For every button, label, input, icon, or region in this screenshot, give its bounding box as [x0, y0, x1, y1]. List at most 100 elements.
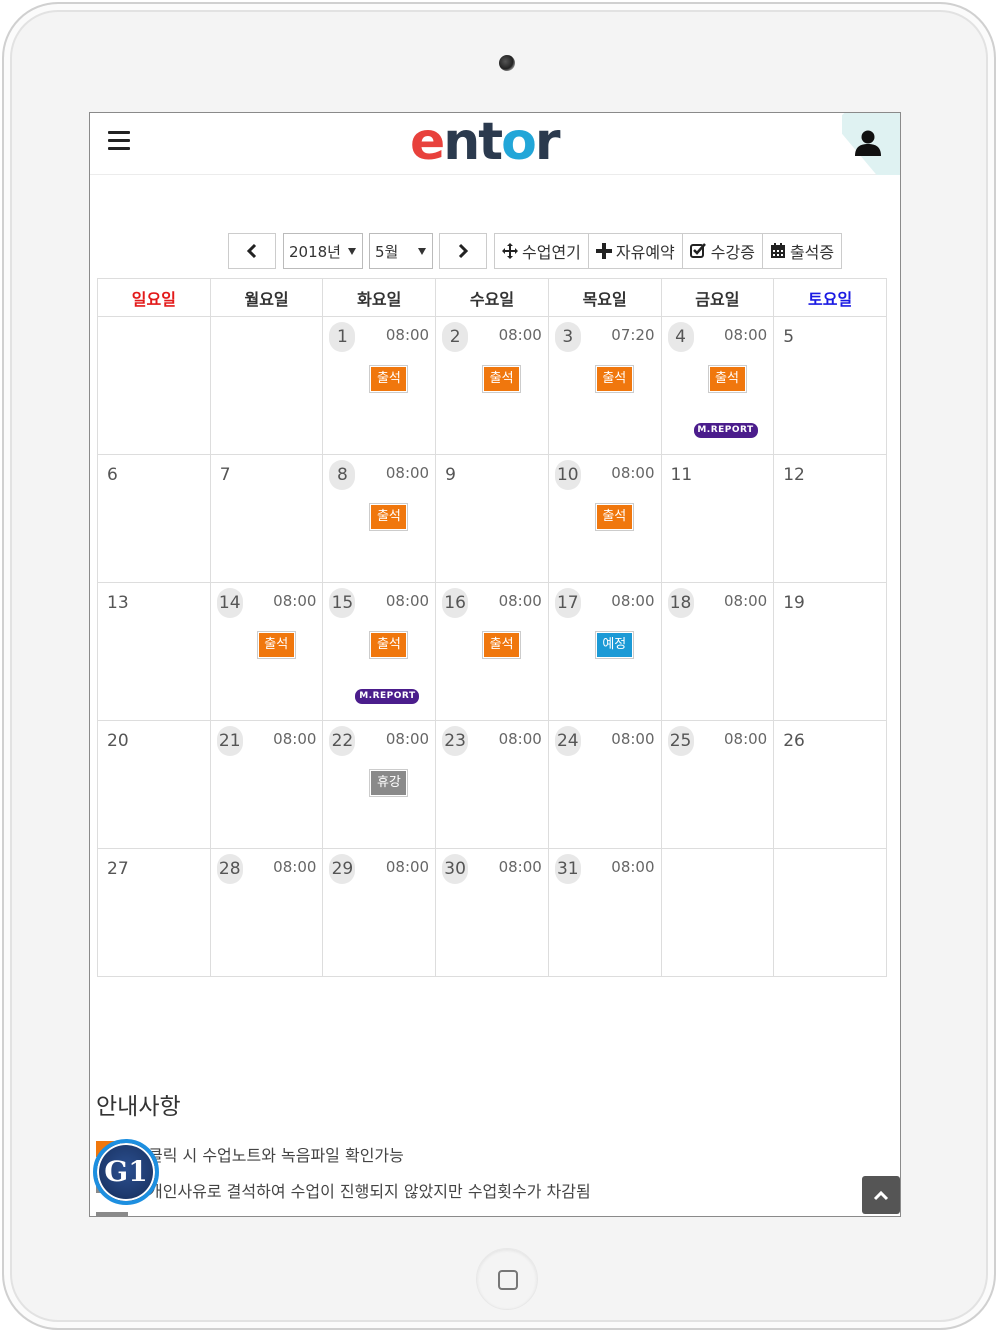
calendar-day-cell[interactable]: 11: [660, 454, 775, 583]
class-time: 08:00: [611, 592, 655, 610]
attendance-certificate-button[interactable]: 출석증: [763, 234, 841, 268]
month-select[interactable]: 5월: [369, 233, 433, 269]
calendar-day-cell[interactable]: 13: [97, 582, 211, 721]
class-day-number[interactable]: 3: [554, 322, 581, 352]
class-day-number[interactable]: 31: [554, 854, 581, 884]
g1-widget[interactable]: G1: [93, 1139, 159, 1205]
calendar-day-cell: [773, 848, 887, 977]
status-badge[interactable]: 출석: [369, 503, 409, 531]
calendar-day-cell[interactable]: 25 08:00: [660, 720, 775, 849]
calendar-day-cell[interactable]: 6: [97, 454, 211, 583]
status-badge[interactable]: 휴강: [369, 769, 409, 797]
calendar-day-cell[interactable]: 21 08:00: [209, 720, 324, 849]
status-badge[interactable]: 출석: [369, 631, 409, 659]
calendar-day-cell[interactable]: 20: [97, 720, 211, 849]
calendar-day-cell[interactable]: 15 08:00 출석 M.REPORT: [322, 582, 437, 721]
class-time: 08:00: [498, 858, 542, 876]
calendar-day-cell[interactable]: 30 08:00: [435, 848, 549, 977]
status-badge[interactable]: 출석: [594, 365, 634, 393]
class-time: 08:00: [273, 730, 317, 748]
class-day-number[interactable]: 2: [442, 322, 469, 352]
scroll-top-button[interactable]: [862, 1176, 900, 1214]
class-day-number[interactable]: 29: [329, 854, 356, 884]
calendar-day-cell[interactable]: 7: [209, 454, 324, 583]
calendar-day-cell[interactable]: 17 08:00 예정: [547, 582, 662, 721]
status-badge[interactable]: 출석: [707, 365, 747, 393]
home-button[interactable]: [476, 1248, 538, 1310]
status-badge[interactable]: 예정: [594, 631, 634, 659]
day-number: 19: [783, 593, 805, 613]
class-day-number[interactable]: 30: [442, 854, 469, 884]
screen: entor 2018년 5월 수업연기 자유예약 수강증 출석증 일요일 월요일…: [89, 112, 901, 1217]
class-day-number[interactable]: 21: [216, 726, 243, 756]
class-day-number[interactable]: 16: [442, 588, 469, 618]
calendar-day-cell[interactable]: 16 08:00 출석: [435, 582, 549, 721]
free-reserve-label: 자유예약: [615, 243, 675, 262]
calendar-day-cell[interactable]: 18 08:00: [660, 582, 775, 721]
status-badge[interactable]: 출석: [482, 365, 522, 393]
calendar-day-cell[interactable]: 8 08:00 출석: [322, 454, 437, 583]
class-day-number[interactable]: 22: [329, 726, 356, 756]
class-day-number[interactable]: 25: [667, 726, 694, 756]
class-time: 08:00: [498, 326, 542, 344]
class-day-number[interactable]: 1: [329, 322, 356, 352]
calendar-day-cell[interactable]: 19: [773, 582, 887, 721]
status-badge[interactable]: 출석: [369, 365, 409, 393]
calendar-day-cell[interactable]: 23 08:00: [435, 720, 549, 849]
calendar-day-cell[interactable]: 27: [97, 848, 211, 977]
calendar-day-cell[interactable]: 2 08:00 출석: [435, 316, 549, 455]
chevron-left-icon: [246, 243, 257, 259]
calendar-icon: [770, 243, 786, 259]
class-day-number[interactable]: 18: [667, 588, 694, 618]
calendar-day-cell[interactable]: 3 07:20 출석: [547, 316, 662, 455]
calendar-day-cell[interactable]: 31 08:00: [547, 848, 662, 977]
monthly-report-badge[interactable]: M.REPORT: [693, 423, 758, 438]
menu-icon[interactable]: [108, 131, 130, 151]
calendar-day-cell[interactable]: 9: [435, 454, 549, 583]
class-day-number[interactable]: 10: [554, 460, 581, 490]
class-day-number[interactable]: 28: [216, 854, 243, 884]
status-badge[interactable]: 출석: [594, 503, 634, 531]
class-day-number[interactable]: 17: [554, 588, 581, 618]
chevron-right-icon: [458, 243, 469, 259]
postpone-button[interactable]: 수업연기: [495, 234, 589, 268]
free-reserve-button[interactable]: 자유예약: [589, 234, 683, 268]
app-header: entor: [90, 113, 900, 175]
notice-line-2: 개인사유로 결석하여 수업이 진행되지 않았지만 수업횟수가 차감됨: [148, 1182, 591, 1201]
class-day-number[interactable]: 14: [216, 588, 243, 618]
calendar-day-cell[interactable]: 29 08:00: [322, 848, 437, 977]
class-day-number[interactable]: 8: [329, 460, 356, 490]
class-day-number[interactable]: 24: [554, 726, 581, 756]
move-icon: [502, 243, 518, 259]
entor-logo[interactable]: entor: [410, 113, 561, 173]
enrollment-certificate-button[interactable]: 수강증: [683, 234, 763, 268]
user-icon[interactable]: [854, 129, 882, 157]
class-time: 08:00: [723, 326, 768, 344]
class-day-number[interactable]: 23: [442, 726, 469, 756]
weekday-header: 수요일: [435, 278, 549, 317]
plus-icon: [595, 243, 612, 259]
calendar-day-cell[interactable]: 22 08:00 휴강: [322, 720, 437, 849]
calendar-day-cell[interactable]: 12: [773, 454, 887, 583]
class-day-number[interactable]: 4: [667, 322, 694, 352]
calendar-day-cell[interactable]: 28 08:00: [209, 848, 324, 977]
day-number: 11: [670, 465, 693, 485]
prev-month-button[interactable]: [228, 233, 276, 269]
calendar-day-cell[interactable]: 4 08:00 출석 M.REPORT: [660, 316, 775, 455]
calendar-day-cell[interactable]: 5: [773, 316, 887, 455]
calendar-day-cell[interactable]: 10 08:00 출석: [547, 454, 662, 583]
next-month-button[interactable]: [439, 233, 487, 269]
calendar-day-cell[interactable]: 1 08:00 출석: [322, 316, 437, 455]
status-badge[interactable]: 출석: [256, 631, 296, 659]
calendar-week-row: 20 21 08:00 22 08:00 휴강 23 08:00 24 08:00 25 08:00 2…: [97, 720, 887, 849]
class-day-number[interactable]: 15: [329, 588, 356, 618]
monthly-report-badge[interactable]: M.REPORT: [355, 689, 420, 704]
status-badge[interactable]: 출석: [482, 631, 522, 659]
calendar-day-cell[interactable]: 26: [773, 720, 887, 849]
class-time: 08:00: [385, 858, 430, 876]
calendar-day-cell[interactable]: 24 08:00: [547, 720, 662, 849]
year-select[interactable]: 2018년: [283, 233, 363, 269]
calendar-day-cell[interactable]: 14 08:00 출석: [209, 582, 324, 721]
day-number: 13: [107, 593, 129, 613]
weekday-header: 목요일: [547, 278, 662, 317]
